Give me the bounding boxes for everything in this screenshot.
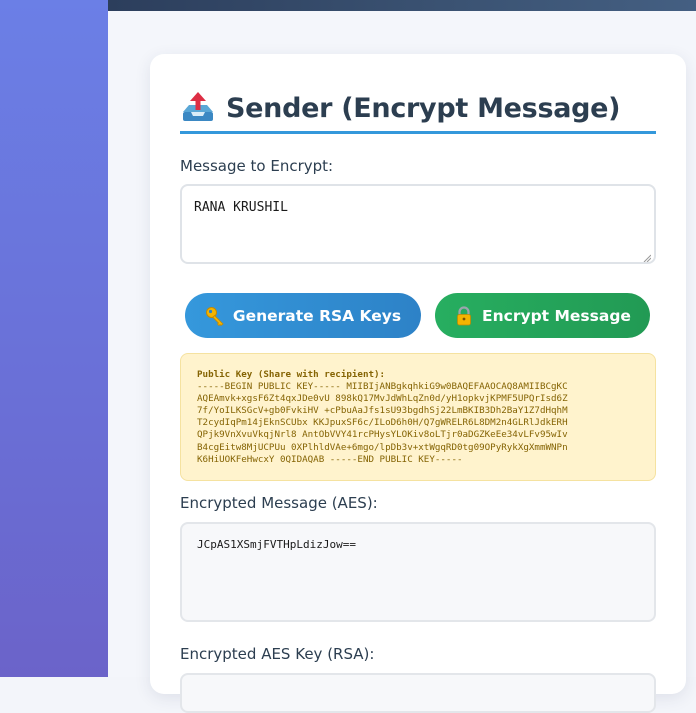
encrypted-message-label: Encrypted Message (AES):	[180, 494, 378, 512]
key-icon	[205, 306, 225, 326]
encrypted-message-output[interactable]: JCpAS1XSmjFVTHpLdizJow==	[180, 522, 656, 622]
message-input[interactable]: RANA KRUSHIL	[180, 184, 656, 264]
encrypted-message-value[interactable]: JCpAS1XSmjFVTHpLdizJow==	[197, 538, 356, 551]
lock-icon	[454, 305, 474, 326]
encrypt-message-label: Encrypt Message	[482, 306, 631, 325]
generate-rsa-keys-label: Generate RSA Keys	[232, 306, 402, 325]
encrypted-aes-key-label: Encrypted AES Key (RSA):	[180, 645, 375, 663]
public-key-line: T2cydIqPm14jEknSCUbx KKJpuxSF6c/ILoD6h0H…	[197, 417, 568, 429]
message-label: Message to Encrypt:	[180, 157, 334, 175]
public-key-line: B4cgEitw8MjUCPUu 0XPlhldVAe+6mgo/lpDb3v+…	[197, 441, 568, 453]
public-key-line: 7f/YoILKSGcV+gb0FvkiHV +cPbuAaJfs1sU93bg…	[197, 405, 568, 417]
sidebar-background	[0, 0, 108, 677]
top-header-bar	[108, 0, 696, 11]
generate-rsa-keys-button[interactable]: Generate RSA Keys	[185, 293, 421, 338]
public-key-line: AQEAmvk+xgsF6Zt4qxJDe0vU 898kQ17MvJdWhLq…	[197, 393, 568, 405]
panel-header: Sender (Encrypt Message)	[180, 86, 656, 130]
public-key-box: Public Key (Share with recipient): -----…	[180, 353, 656, 481]
public-key-line: QPjk9VnXvuVkqjNrl8 AntObVVY41rcPHysYLOKi…	[197, 429, 568, 441]
public-key-line: -----BEGIN PUBLIC KEY----- MIIBIjANBgkqh…	[197, 381, 568, 393]
outbox-tray-icon	[180, 90, 216, 126]
title-underline	[180, 131, 656, 134]
resize-grip-icon[interactable]	[643, 251, 652, 263]
message-input-value[interactable]: RANA KRUSHIL	[194, 200, 288, 215]
public-key-title: Public Key (Share with recipient):	[197, 369, 386, 380]
public-key-line: K6HiUOKFeHwcxY 0QIDAQAB -----END PUBLIC …	[197, 453, 463, 465]
page-title: Sender (Encrypt Message)	[226, 92, 621, 124]
encrypted-aes-key-output[interactable]	[180, 673, 656, 713]
encrypt-message-button[interactable]: Encrypt Message	[435, 293, 650, 338]
